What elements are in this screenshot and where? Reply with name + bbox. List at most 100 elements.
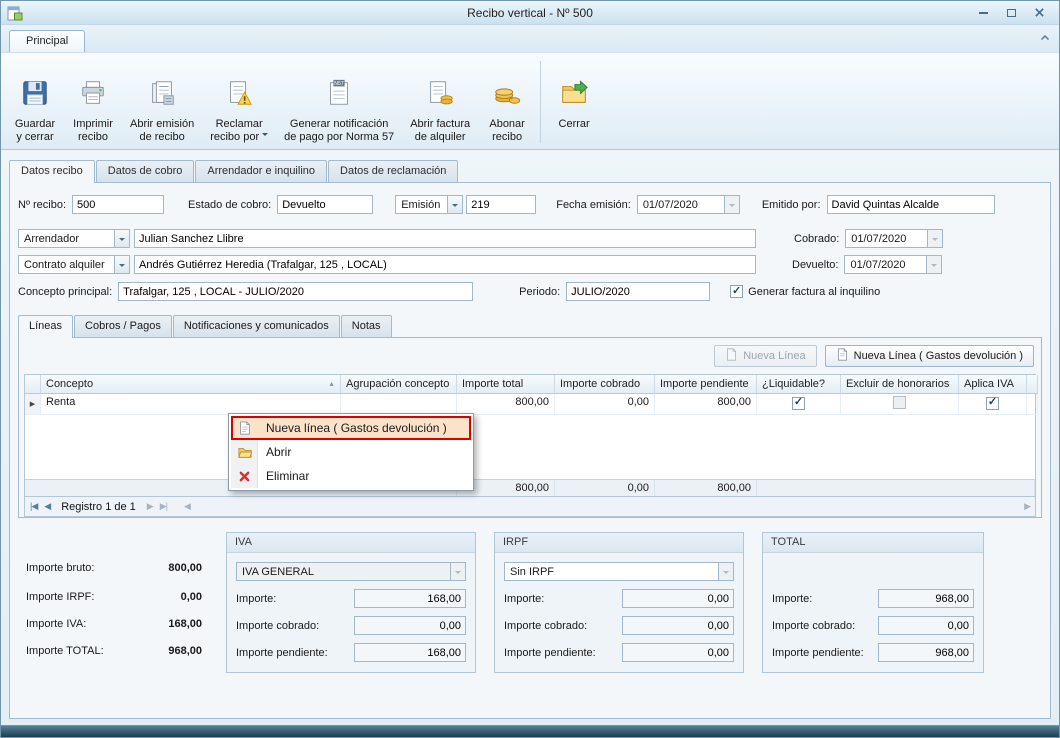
- total-cobrado-input[interactable]: [878, 616, 974, 635]
- maximize-button[interactable]: [1005, 7, 1017, 19]
- first-record-button[interactable]: |◀: [30, 501, 37, 512]
- ribbon-tab-principal[interactable]: Principal: [9, 30, 85, 52]
- column-header-aplica-iva[interactable]: Aplica IVA: [959, 375, 1027, 394]
- menu-item-label: Eliminar: [258, 469, 309, 483]
- printer-icon: [78, 64, 108, 113]
- aplica-iva-checkbox[interactable]: [986, 397, 999, 410]
- irpf-pendiente-input[interactable]: [622, 643, 734, 662]
- menu-item-abrir[interactable]: Abrir: [231, 440, 471, 464]
- contrato-input[interactable]: [134, 255, 756, 274]
- menu-item-eliminar[interactable]: Eliminar: [231, 464, 471, 488]
- titlebar: Recibo vertical - Nº 500: [1, 1, 1059, 25]
- iva-cobrado-input[interactable]: [354, 616, 466, 635]
- close-form-button[interactable]: Cerrar: [546, 57, 602, 147]
- open-rent-invoice-button[interactable]: Abrir factura de alquiler: [403, 57, 477, 147]
- total-importe-input[interactable]: [878, 589, 974, 608]
- emitido-por-input[interactable]: [827, 195, 995, 214]
- ribbon-separator: [540, 61, 541, 143]
- arrendador-combo[interactable]: Arrendador: [18, 229, 130, 248]
- chevron-down-icon[interactable]: [447, 196, 462, 213]
- concepto-principal-input[interactable]: [118, 282, 473, 301]
- irpf-cobrado-input[interactable]: [622, 616, 734, 635]
- concepto-principal-label: Concepto principal:: [18, 286, 112, 298]
- total-pendiente-input[interactable]: [878, 643, 974, 662]
- cell-liquidable: [757, 394, 841, 415]
- scroll-right-button[interactable]: ▶: [1024, 501, 1030, 512]
- totals-importe-cobrado: 0,00: [555, 479, 655, 496]
- devuelto-date[interactable]: 01/07/2020: [844, 255, 942, 274]
- importe-bruto-label: Importe bruto:: [26, 562, 94, 574]
- num-recibo-input[interactable]: [72, 195, 164, 214]
- iva-importe-input[interactable]: [354, 589, 466, 608]
- emision-number-input[interactable]: [466, 195, 536, 214]
- open-issue-button[interactable]: Abrir emisión de recibo: [123, 57, 201, 147]
- cell-agrupacion[interactable]: [341, 394, 457, 415]
- menu-item-label: Nueva línea ( Gastos devolución ): [258, 421, 447, 435]
- irpf-cobrado-label: Importe cobrado:: [504, 620, 587, 632]
- irpf-importe-input[interactable]: [622, 589, 734, 608]
- tab-arrendador-inquilino[interactable]: Arrendador e inquilino: [195, 160, 327, 182]
- column-header-importe-pendiente[interactable]: Importe pendiente: [655, 375, 757, 394]
- estado-cobro-input[interactable]: [277, 195, 373, 214]
- claim-receipt-button[interactable]: Reclamar recibo por: [203, 57, 275, 147]
- iva-groupbox-title: IVA: [227, 533, 475, 553]
- previous-record-button[interactable]: ◀: [44, 501, 50, 512]
- new-line-gastos-button[interactable]: Nueva Línea ( Gastos devolución ): [825, 345, 1034, 367]
- importe-iva-row: Importe IVA:168,00: [26, 618, 202, 630]
- emision-combo[interactable]: Emisión: [395, 195, 463, 214]
- credit-receipt-button[interactable]: Abonar recibo: [479, 57, 535, 147]
- generar-factura-checkbox[interactable]: [730, 285, 743, 298]
- receipt-issue-icon: [147, 64, 177, 113]
- print-receipt-button[interactable]: Imprimir recibo: [65, 57, 121, 147]
- minimize-button[interactable]: [977, 7, 989, 19]
- emision-combo-text: Emisión: [396, 199, 447, 211]
- iva-type-text: IVA GENERAL: [237, 566, 450, 578]
- arrendador-input[interactable]: [134, 229, 756, 248]
- importe-total-value: 968,00: [168, 645, 202, 657]
- tab-notas[interactable]: Notas: [341, 315, 392, 337]
- app-window: Recibo vertical - Nº 500 Principal Guard…: [0, 0, 1060, 738]
- cobrado-date[interactable]: 01/07/2020: [845, 229, 943, 248]
- cell-concepto[interactable]: Renta: [41, 394, 341, 415]
- irpf-type-combo[interactable]: Sin IRPF: [504, 562, 734, 581]
- document-tab-strip: Datos recibo Datos de cobro Arrendador e…: [1, 150, 1059, 182]
- column-header-agrupacion[interactable]: Agrupación concepto: [341, 375, 457, 394]
- liquidable-checkbox[interactable]: [792, 397, 805, 410]
- norma57-notification-button[interactable]: N57 Generar notificación de pago por Nor…: [277, 57, 401, 147]
- chevron-down-icon[interactable]: [718, 563, 733, 580]
- cell-importe-pendiente[interactable]: 800,00: [655, 394, 757, 415]
- open-issue-label: Abrir emisión de recibo: [130, 118, 194, 146]
- tab-lineas[interactable]: Líneas: [18, 315, 73, 338]
- scroll-left-button[interactable]: ◀: [184, 501, 190, 512]
- next-record-button[interactable]: ▶: [147, 501, 153, 512]
- save-close-button[interactable]: Guardar y cerrar: [7, 57, 63, 147]
- menu-item-nueva-linea-gastos[interactable]: Nueva línea ( Gastos devolución ): [231, 416, 471, 440]
- chevron-down-icon[interactable]: [114, 256, 129, 273]
- form-row-3: Contrato alquiler Devuelto: 01/07/2020: [18, 255, 1042, 274]
- chevron-down-icon[interactable]: [114, 230, 129, 247]
- cell-importe-cobrado[interactable]: 0,00: [555, 394, 655, 415]
- column-header-importe-total[interactable]: Importe total: [457, 375, 555, 394]
- table-row[interactable]: ▶ Renta 800,00 0,00 800,00: [25, 394, 1035, 415]
- last-record-button[interactable]: ▶|: [160, 501, 167, 512]
- close-button[interactable]: [1033, 7, 1045, 19]
- tab-cobros-pagos[interactable]: Cobros / Pagos: [74, 315, 172, 337]
- contrato-combo[interactable]: Contrato alquiler: [18, 255, 130, 274]
- fecha-emision-date[interactable]: 01/07/2020: [637, 195, 740, 214]
- grid-empty-area[interactable]: [25, 415, 1035, 479]
- tab-datos-de-cobro[interactable]: Datos de cobro: [96, 160, 195, 182]
- claim-receipt-label: Reclamar recibo por: [210, 118, 268, 146]
- column-header-excluir-honorarios[interactable]: Excluir de honorarios: [841, 375, 959, 394]
- ribbon-collapse-button[interactable]: [1039, 32, 1051, 47]
- column-header-concepto[interactable]: Concepto▲: [41, 375, 341, 394]
- column-header-liquidable[interactable]: ¿Liquidable?: [757, 375, 841, 394]
- column-header-importe-cobrado[interactable]: Importe cobrado: [555, 375, 655, 394]
- periodo-input[interactable]: [566, 282, 710, 301]
- open-rent-invoice-label: Abrir factura de alquiler: [410, 118, 470, 146]
- tab-notificaciones[interactable]: Notificaciones y comunicados: [173, 315, 340, 337]
- importe-bruto-value: 800,00: [168, 562, 202, 574]
- iva-pendiente-input[interactable]: [354, 643, 466, 662]
- tab-datos-reclamacion[interactable]: Datos de reclamación: [328, 160, 458, 182]
- tab-datos-recibo[interactable]: Datos recibo: [9, 160, 95, 183]
- cell-importe-total[interactable]: 800,00: [457, 394, 555, 415]
